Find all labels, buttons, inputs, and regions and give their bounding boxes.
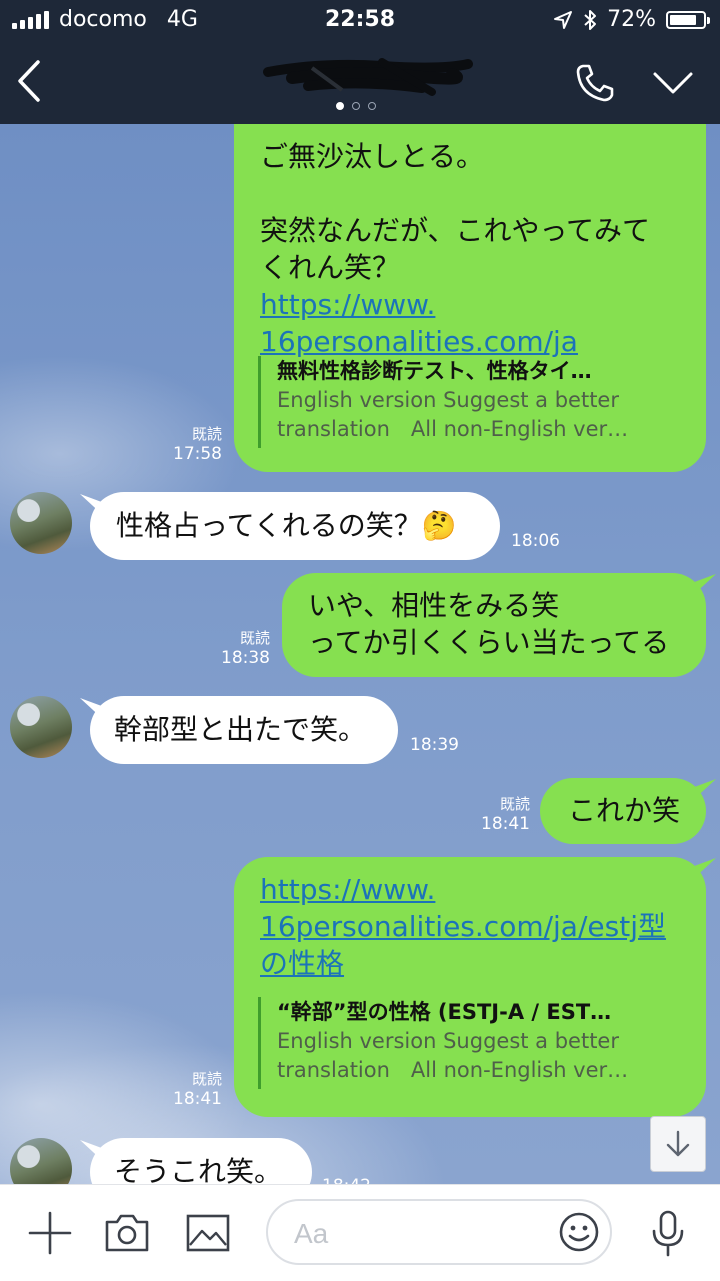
plus-icon[interactable] — [28, 1211, 72, 1255]
message-text: 突然なんだが、これやってみて — [260, 214, 651, 247]
status-bar: docomo 4G 22:58 72% — [0, 0, 720, 40]
link-preview-title: 無料性格診断テスト、性格タイ… — [277, 359, 592, 383]
link-preview[interactable]: “幹部”型の性格 (ESTJ-A / EST… English version … — [258, 997, 677, 1089]
message-text: これか笑 — [568, 794, 681, 827]
outgoing-message[interactable]: いや、相性をみる笑 ってか引くくらい当たってる — [282, 573, 706, 677]
message-meta: 既読 17:58 — [160, 424, 222, 464]
avatar[interactable] — [10, 1138, 72, 1184]
message-link[interactable]: の性格 — [260, 945, 666, 982]
message-meta: 既読 18:38 — [208, 628, 270, 668]
link-preview-description: translation All non-English ver… — [277, 1058, 629, 1082]
outgoing-message[interactable]: https://www. 16personalities.com/ja/estj… — [234, 857, 706, 1117]
message-time: 18:41 — [481, 814, 530, 834]
bluetooth-icon — [584, 9, 597, 30]
avatar[interactable] — [10, 696, 72, 758]
link-preview-description: English version Suggest a better — [277, 1029, 619, 1053]
microphone-icon[interactable] — [650, 1209, 686, 1259]
camera-icon[interactable] — [104, 1213, 150, 1253]
incoming-message[interactable]: 幹部型と出たで笑。 — [90, 696, 398, 764]
link-preview-description: English version Suggest a better — [277, 388, 619, 412]
read-receipt: 既読 — [191, 1070, 222, 1088]
message-meta: 既読 18:41 — [468, 794, 530, 834]
message-text: ってか引くくらい当たってる — [308, 626, 670, 659]
page-dot — [368, 102, 376, 110]
redacted-chat-name — [263, 58, 473, 96]
page-dot — [352, 102, 360, 110]
battery-percent: 72% — [607, 7, 656, 32]
message-time: 18:42 — [322, 1176, 371, 1184]
message-time: 18:39 — [410, 735, 459, 755]
emoji-icon[interactable] — [558, 1211, 600, 1253]
incoming-message[interactable]: そうこれ笑。 — [90, 1138, 312, 1184]
read-receipt: 既読 — [239, 629, 270, 647]
message-text: 幹部型と出たで笑。 — [114, 713, 367, 746]
read-receipt: 既読 — [499, 795, 530, 813]
message-text: いや、相性をみる笑 — [308, 589, 560, 622]
page-indicator — [336, 102, 376, 110]
chevron-down-icon[interactable] — [652, 70, 694, 96]
message-link[interactable]: 16personalities.com/ja — [260, 323, 650, 360]
message-time: 17:58 — [173, 444, 222, 464]
battery-icon — [666, 10, 710, 29]
image-icon[interactable] — [186, 1213, 230, 1253]
arrow-down-icon — [666, 1130, 690, 1157]
message-input-field[interactable] — [292, 1215, 536, 1253]
location-icon — [554, 10, 573, 29]
chat-header — [0, 40, 720, 124]
phone-icon[interactable] — [574, 62, 616, 104]
chat-area[interactable]: ご無沙汰しとる。 突然なんだが、これやってみて くれん笑？ https://ww… — [0, 124, 720, 1184]
message-time: 18:38 — [221, 648, 270, 668]
link-preview-description: translation All non-English ver… — [277, 417, 629, 441]
message-text: そうこれ笑。 — [114, 1155, 283, 1184]
message-meta: 既読 18:41 — [160, 1069, 222, 1109]
link-preview-title: “幹部”型の性格 (ESTJ-A / EST… — [277, 1000, 612, 1024]
message-time: 18:41 — [173, 1089, 222, 1109]
message-time: 18:06 — [511, 531, 560, 551]
scroll-to-bottom-button[interactable] — [650, 1116, 706, 1172]
status-right: 72% — [553, 7, 710, 32]
page-dot — [336, 102, 344, 110]
avatar[interactable] — [10, 492, 72, 554]
chevron-left-icon[interactable] — [14, 58, 44, 104]
message-input-bar — [0, 1184, 720, 1281]
message-text: 性格占ってくれるの笑？🤔 — [116, 509, 457, 542]
message-link[interactable]: 16personalities.com/ja/estj型 — [260, 908, 666, 945]
link-preview[interactable]: 無料性格診断テスト、性格タイ… English version Suggest … — [258, 356, 677, 448]
message-link[interactable]: https://www. — [260, 871, 666, 908]
outgoing-message[interactable]: ご無沙汰しとる。 突然なんだが、これやってみて くれん笑？ https://ww… — [234, 124, 706, 472]
message-input[interactable] — [266, 1199, 612, 1265]
incoming-message[interactable]: 性格占ってくれるの笑？🤔 — [90, 492, 500, 560]
read-receipt: 既読 — [191, 425, 222, 443]
message-link[interactable]: https://www. — [260, 286, 650, 323]
outgoing-message[interactable]: これか笑 — [540, 778, 706, 844]
message-text: ご無沙汰しとる。 — [260, 140, 485, 173]
message-text: くれん笑？ — [260, 251, 401, 284]
